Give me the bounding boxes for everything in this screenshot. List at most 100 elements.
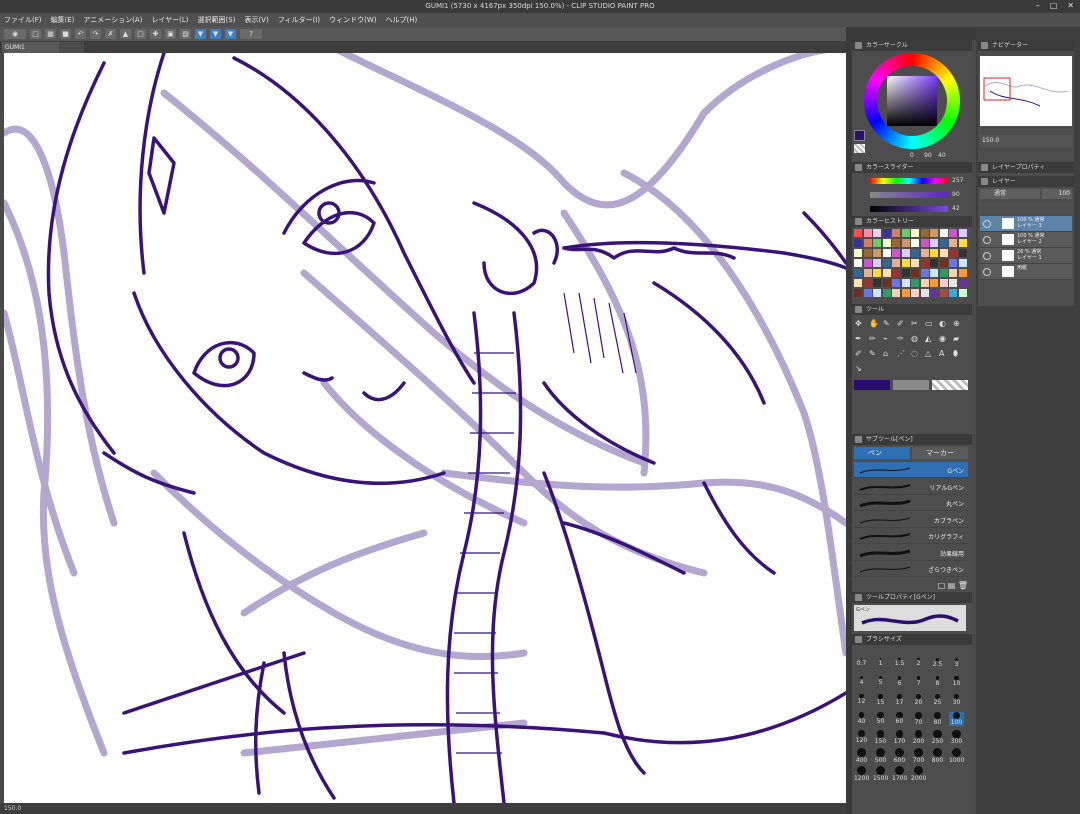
color-swatch[interactable] bbox=[901, 229, 910, 237]
brush-size-option[interactable]: 700 bbox=[911, 748, 926, 764]
tool-icon[interactable]: ⬮ bbox=[953, 349, 958, 359]
brush-size-option[interactable]: 12 bbox=[854, 694, 869, 708]
brush-size-option[interactable]: 1500 bbox=[873, 766, 888, 782]
color-swatch[interactable] bbox=[920, 229, 929, 237]
color-swatch[interactable] bbox=[949, 239, 957, 247]
color-swatch[interactable] bbox=[863, 279, 872, 287]
color-swatch[interactable] bbox=[949, 249, 957, 257]
color-swatch[interactable] bbox=[920, 279, 929, 287]
snap-grid-icon[interactable]: ▼ bbox=[225, 29, 236, 39]
hue-ring[interactable] bbox=[864, 53, 960, 149]
color-swatch[interactable] bbox=[854, 269, 862, 277]
tool-icon[interactable]: ✂ bbox=[911, 319, 918, 328]
brush-size-option[interactable]: 600 bbox=[892, 748, 907, 764]
color-swatch[interactable] bbox=[854, 289, 862, 297]
color-swatch[interactable] bbox=[863, 289, 872, 297]
color-swatch[interactable] bbox=[892, 269, 900, 277]
visibility-eye-icon[interactable] bbox=[983, 252, 991, 260]
color-swatch[interactable] bbox=[863, 229, 872, 237]
color-swatch[interactable] bbox=[863, 269, 872, 277]
brush-size-option[interactable]: 8 bbox=[930, 676, 945, 690]
brush-item[interactable]: ざらつきペン bbox=[854, 561, 968, 577]
color-swatch[interactable] bbox=[939, 269, 948, 277]
color-swatch[interactable] bbox=[901, 289, 910, 297]
brush-size-option[interactable]: 30 bbox=[949, 694, 964, 708]
color-swatch[interactable] bbox=[930, 239, 938, 247]
color-swatch[interactable] bbox=[882, 239, 891, 247]
color-swatch[interactable] bbox=[958, 269, 967, 277]
brush-size-option[interactable]: 5 bbox=[873, 676, 888, 690]
color-swatch[interactable] bbox=[892, 259, 900, 267]
color-swatch[interactable] bbox=[911, 239, 919, 247]
menu-layer[interactable]: レイヤー(L) bbox=[151, 15, 188, 25]
saturation-value-square[interactable] bbox=[887, 76, 937, 126]
brush-size-option[interactable]: 7 bbox=[911, 676, 926, 690]
menu-window[interactable]: ウィンドウ(W) bbox=[329, 15, 376, 25]
main-color-chip[interactable] bbox=[854, 380, 890, 390]
color-swatch[interactable] bbox=[882, 279, 891, 287]
color-swatch[interactable] bbox=[882, 229, 891, 237]
brush-size-option[interactable]: 500 bbox=[873, 748, 888, 764]
brush-item[interactable]: カリグラフィ bbox=[854, 528, 968, 544]
color-swatch[interactable] bbox=[920, 239, 929, 247]
tool-icon[interactable]: ◭ bbox=[925, 334, 931, 343]
brush-item[interactable]: リアルGペン bbox=[854, 479, 968, 495]
color-swatch[interactable] bbox=[930, 289, 938, 297]
visibility-eye-icon[interactable] bbox=[983, 268, 991, 276]
menu-animation[interactable]: アニメーション(A) bbox=[83, 15, 142, 25]
color-swatch[interactable] bbox=[958, 259, 967, 267]
color-swatch[interactable] bbox=[892, 229, 900, 237]
brush-size-option[interactable]: 1700 bbox=[892, 766, 907, 782]
brush-size-option[interactable]: 1000 bbox=[949, 748, 964, 764]
clear-icon[interactable]: ✗ bbox=[105, 29, 116, 39]
brush-item[interactable]: 丸ペン bbox=[854, 495, 968, 511]
tool-icon[interactable]: ✋ bbox=[869, 319, 879, 328]
color-swatch[interactable] bbox=[958, 279, 967, 287]
brush-size-option[interactable]: 2000 bbox=[911, 766, 926, 782]
help-icon[interactable]: ? bbox=[240, 29, 262, 39]
brush-size-option[interactable]: 1.5 bbox=[892, 658, 907, 672]
layer-row[interactable]: 100 % 通常 レイヤー 2 bbox=[980, 232, 1072, 248]
invert-selection-icon[interactable]: ▧ bbox=[180, 29, 191, 39]
brush-size-option[interactable]: 60 bbox=[892, 712, 907, 726]
brush-item[interactable]: Gペン bbox=[854, 462, 968, 478]
color-swatch[interactable] bbox=[949, 289, 957, 297]
secondary-tab[interactable] bbox=[59, 42, 84, 53]
brush-item[interactable]: 効果線用 bbox=[854, 545, 968, 561]
tool-icon[interactable]: ✐ bbox=[855, 349, 862, 358]
color-swatch[interactable] bbox=[863, 239, 872, 247]
color-swatch[interactable] bbox=[911, 259, 919, 267]
color-swatch[interactable] bbox=[854, 239, 862, 247]
brush-size-option[interactable]: 15 bbox=[873, 694, 888, 708]
color-swatch[interactable] bbox=[949, 279, 957, 287]
tool-icon[interactable]: ✒ bbox=[855, 334, 862, 343]
color-swatch[interactable] bbox=[863, 259, 872, 267]
snap-ruler-icon[interactable]: ▼ bbox=[195, 29, 206, 39]
menu-view[interactable]: 表示(V) bbox=[244, 15, 268, 25]
redo-icon[interactable]: ↷ bbox=[90, 29, 101, 39]
color-swatch[interactable] bbox=[958, 229, 967, 237]
color-swatch[interactable] bbox=[854, 279, 862, 287]
brush-size-option[interactable]: 25 bbox=[930, 694, 945, 708]
subtool-menu-icons[interactable]: □ ▤ 🗑 bbox=[938, 581, 968, 590]
color-swatch[interactable] bbox=[882, 289, 891, 297]
color-swatch[interactable] bbox=[911, 269, 919, 277]
tool-icon[interactable]: ⊕ bbox=[953, 319, 960, 328]
color-swatch[interactable] bbox=[958, 249, 967, 257]
color-swatch[interactable] bbox=[920, 289, 929, 297]
brush-size-option[interactable]: 1 bbox=[873, 658, 888, 672]
open-file-icon[interactable]: ▦ bbox=[45, 29, 56, 39]
color-swatch[interactable] bbox=[949, 259, 957, 267]
layer-toolbar[interactable] bbox=[980, 202, 1072, 214]
color-swatch[interactable] bbox=[930, 259, 938, 267]
color-swatch-grid[interactable] bbox=[854, 229, 968, 299]
brush-size-option[interactable]: 1200 bbox=[854, 766, 869, 782]
snap-special-ruler-icon[interactable]: ▼ bbox=[210, 29, 221, 39]
blend-mode-select[interactable]: 通常 bbox=[980, 189, 1040, 199]
hue-slider[interactable] bbox=[870, 178, 948, 184]
color-swatch[interactable] bbox=[930, 269, 938, 277]
color-swatch[interactable] bbox=[892, 279, 900, 287]
color-swatch[interactable] bbox=[873, 249, 881, 257]
tool-icon[interactable]: ▰ bbox=[953, 334, 959, 343]
color-swatch[interactable] bbox=[901, 259, 910, 267]
